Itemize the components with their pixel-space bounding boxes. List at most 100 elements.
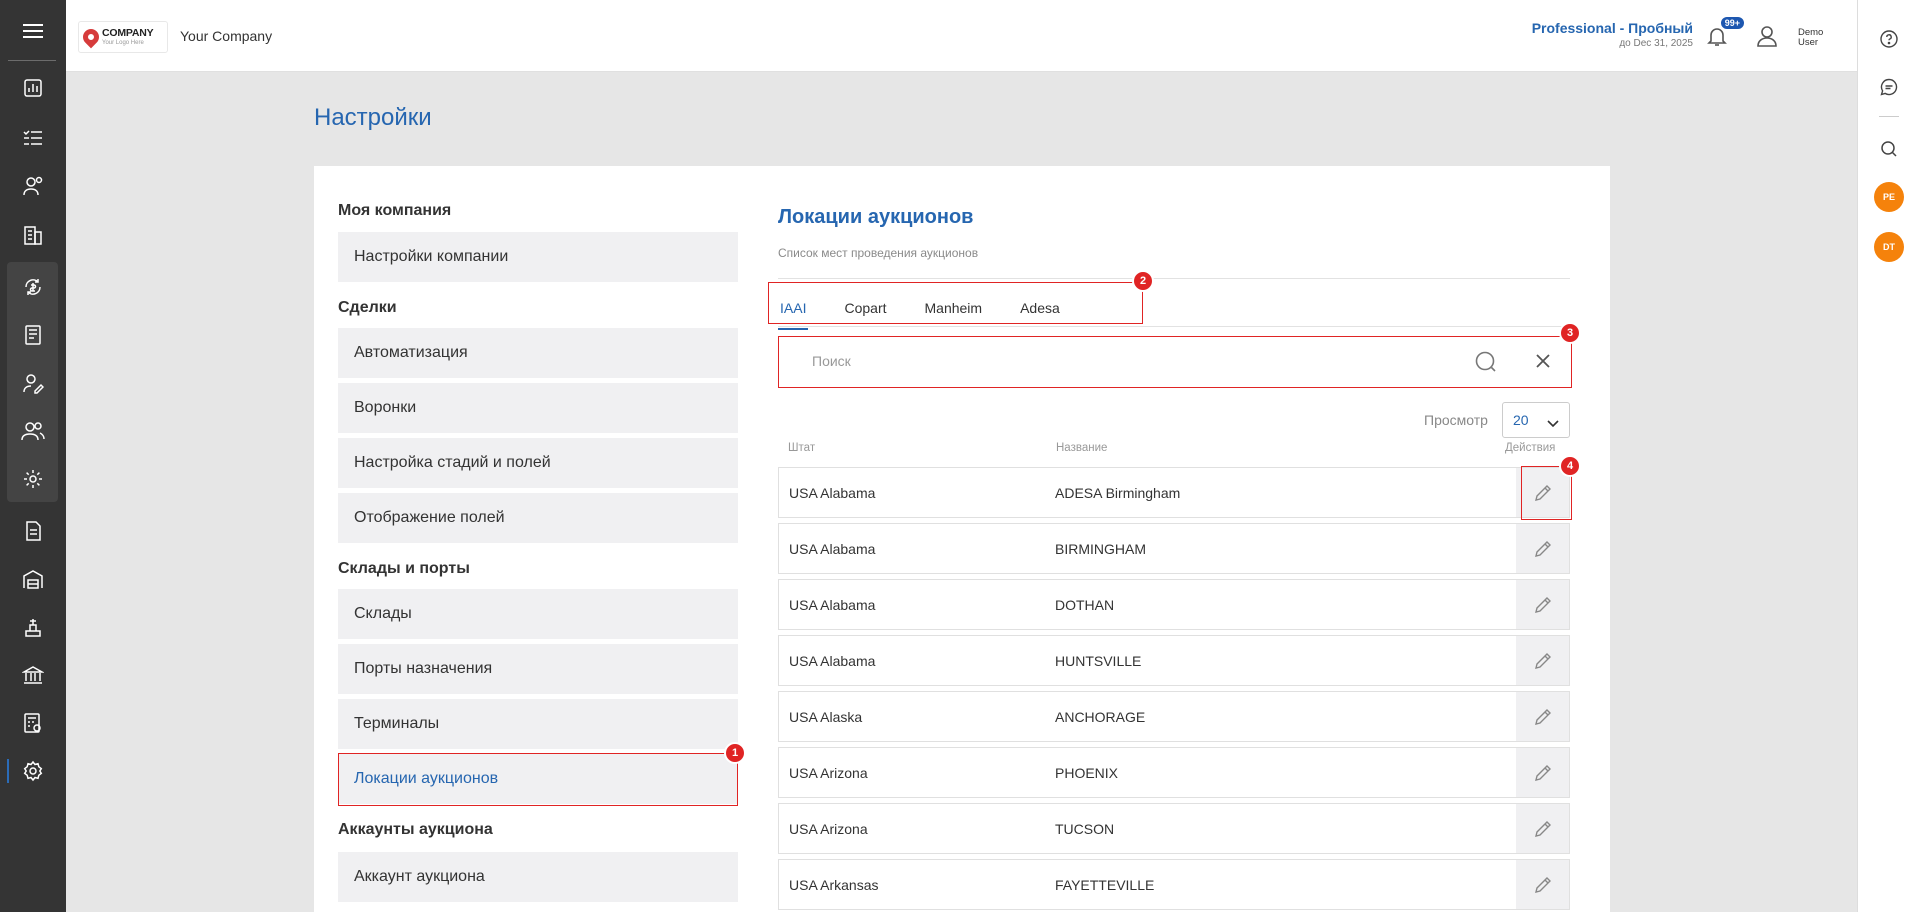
settings-gear-icon[interactable] — [0, 459, 66, 499]
calculator-icon[interactable] — [0, 703, 66, 743]
user-name[interactable]: Demo User — [1798, 28, 1830, 48]
logo-name: COMPANY — [102, 27, 154, 40]
tab-adesa[interactable]: Adesa — [1018, 292, 1062, 328]
menu-icon[interactable] — [0, 0, 66, 62]
nav-auction-locations[interactable]: Локации аукционов — [338, 754, 738, 804]
table-row: USA Alaska ANCHORAGE — [778, 691, 1570, 742]
tab-copart[interactable]: Copart — [842, 292, 888, 328]
row-name: FAYETTEVILLE — [1055, 877, 1155, 893]
row-name: TUCSON — [1055, 821, 1115, 837]
avatar-pe[interactable]: PE — [1858, 182, 1919, 212]
table-row: USA Alabama ADESA Birmingham — [778, 467, 1570, 518]
edit-icon[interactable] — [1516, 860, 1569, 909]
rail-divider — [8, 60, 56, 61]
content-subtitle: Список мест проведения аукционов — [778, 246, 979, 260]
contacts-icon[interactable] — [0, 166, 66, 206]
row-name: PHOENIX — [1055, 765, 1119, 781]
page-size-label: Просмотр — [1424, 412, 1488, 428]
user-edit-icon[interactable] — [0, 363, 66, 403]
search-icon[interactable] — [1474, 350, 1498, 379]
plan-name: Professional - Пробный — [1531, 20, 1693, 36]
search-input[interactable] — [812, 353, 1452, 369]
row-state: USA Alaska — [789, 709, 863, 725]
search-icon[interactable] — [1858, 134, 1919, 164]
row-name: ADESA Birmingham — [1055, 485, 1181, 501]
tab-iaai[interactable]: IAAI — [778, 292, 809, 330]
user-avatar-icon[interactable] — [1753, 22, 1781, 50]
row-state: USA Alabama — [789, 597, 876, 613]
right-rail: PE DT — [1857, 0, 1919, 912]
chat-icon[interactable] — [1858, 72, 1919, 102]
notification-badge: 99+ — [1719, 16, 1745, 30]
nav-destination-ports[interactable]: Порты назначения — [338, 644, 738, 694]
row-state: USA Arizona — [789, 821, 868, 837]
nav-automation[interactable]: Автоматизация — [338, 328, 738, 378]
plan-info[interactable]: Professional - Пробный до Dec 31, 2025 — [1532, 20, 1693, 49]
edit-icon[interactable] — [1516, 804, 1569, 853]
nav-terminals[interactable]: Терминалы — [338, 699, 738, 749]
tab-manheim[interactable]: Manheim — [923, 292, 985, 328]
plan-expiry: до Dec 31, 2025 — [1619, 38, 1693, 49]
edit-icon[interactable] — [1516, 580, 1569, 629]
tasks-icon[interactable] — [0, 118, 66, 158]
nav-pipelines[interactable]: Воронки — [338, 383, 738, 433]
nav-field-display[interactable]: Отображение полей — [338, 493, 738, 543]
table-row: USA Alabama HUNTSVILLE — [778, 635, 1570, 686]
dashboard-icon[interactable] — [0, 68, 66, 108]
section-title-deals: Сделки — [338, 299, 397, 316]
edit-icon[interactable] — [1516, 524, 1569, 573]
nav-company-settings[interactable]: Настройки компании — [338, 232, 738, 282]
row-state: USA Arizona — [789, 765, 868, 781]
tabs-divider — [778, 326, 1570, 327]
step-marker-1: 1 — [724, 742, 746, 764]
row-name: ANCHORAGE — [1055, 709, 1146, 725]
avatar-dt[interactable]: DT — [1858, 232, 1919, 262]
company-logo[interactable]: COMPANY Your Logo Here — [78, 21, 168, 53]
nav-auction-account[interactable]: Аккаунт аукциона — [338, 852, 738, 902]
users-icon[interactable] — [0, 411, 66, 451]
bank-icon[interactable] — [0, 655, 66, 695]
top-bar: COMPANY Your Logo Here Your Company Prof… — [66, 0, 1857, 72]
close-icon[interactable] — [1534, 352, 1552, 375]
row-state: USA Alabama — [789, 653, 876, 669]
documents-icon[interactable] — [0, 511, 66, 551]
section-title-auction-accounts: Аккаунты аукциона — [338, 821, 493, 838]
table-row: USA Arizona TUCSON — [778, 803, 1570, 854]
left-nav-rail — [0, 0, 66, 912]
row-state: USA Arkansas — [789, 877, 879, 893]
auction-icon[interactable] — [0, 607, 66, 647]
column-header-name: Название — [1056, 442, 1108, 454]
edit-icon[interactable] — [1516, 636, 1569, 685]
nav-stages-fields[interactable]: Настройка стадий и полей — [338, 438, 738, 488]
user-last-name: User — [1798, 37, 1819, 48]
company-name: Your Company — [180, 28, 273, 44]
avatar-dt-initials: DT — [1874, 232, 1904, 262]
companies-icon[interactable] — [0, 215, 66, 255]
page-size-value: 20 — [1513, 412, 1529, 428]
step-marker-4: 4 — [1559, 455, 1581, 477]
table-row: USA Arkansas FAYETTEVILLE — [778, 859, 1570, 910]
table-row: USA Alabama BIRMINGHAM — [778, 523, 1570, 574]
invoices-icon[interactable] — [0, 315, 66, 355]
edit-icon[interactable] — [1516, 748, 1569, 797]
warehouse-icon[interactable] — [0, 559, 66, 599]
row-state: USA Alabama — [789, 541, 876, 557]
page-size-select[interactable]: 20 — [1502, 402, 1570, 438]
finance-icon[interactable] — [0, 267, 66, 307]
page-title: Настройки — [314, 104, 432, 131]
table-row: USA Alabama DOTHAN — [778, 579, 1570, 630]
logo-pin-icon — [79, 25, 103, 49]
settings-icon[interactable] — [0, 751, 66, 791]
nav-warehouses[interactable]: Склады — [338, 589, 738, 639]
edit-icon[interactable] — [1516, 692, 1569, 741]
content-divider — [778, 278, 1570, 279]
row-name: HUNTSVILLE — [1055, 653, 1142, 669]
avatar-pe-initials: PE — [1874, 182, 1904, 212]
chevron-down-icon — [1547, 415, 1559, 431]
edit-icon[interactable] — [1516, 468, 1569, 517]
help-icon[interactable] — [1858, 24, 1919, 54]
auction-tabs: IAAI Copart Manheim Adesa — [778, 292, 1096, 330]
row-state: USA Alabama — [789, 485, 876, 501]
step-marker-2: 2 — [1132, 270, 1154, 292]
search-bar — [778, 338, 1570, 384]
